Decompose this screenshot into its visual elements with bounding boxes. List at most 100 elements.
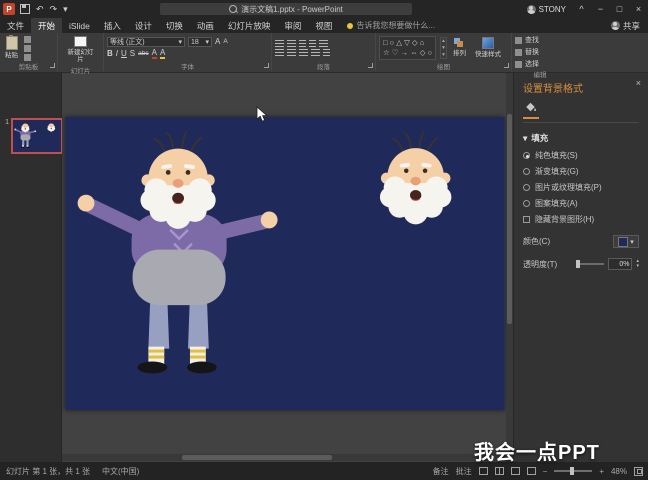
format-painter-icon[interactable] — [24, 53, 31, 61]
fit-to-window-icon[interactable] — [634, 466, 643, 476]
tab-animations[interactable]: 动画 — [190, 18, 221, 33]
vertical-scrollbar-thumb[interactable] — [507, 114, 512, 324]
tell-me-box[interactable]: 告诉我您想要做什么... — [339, 18, 443, 33]
vertical-scrollbar[interactable] — [506, 72, 513, 462]
color-picker-button[interactable]: ▾ — [613, 235, 639, 248]
gallery-down-icon[interactable]: ▾ — [442, 45, 445, 51]
font-size-select[interactable]: 18 ▾ — [188, 37, 212, 47]
align-right-icon[interactable] — [299, 49, 308, 56]
font-name-select[interactable]: 等线 (正文) ▾ — [107, 37, 185, 47]
slideshow-view-icon[interactable] — [526, 467, 536, 475]
transparency-spinner[interactable]: ▴ ▾ — [636, 259, 639, 269]
slide-canvas[interactable] — [65, 117, 505, 410]
text-shadow-button[interactable]: S — [130, 50, 135, 58]
language-status[interactable]: 中文(中国) — [102, 466, 139, 477]
paste-button[interactable]: 粘贴 — [3, 35, 20, 60]
save-icon[interactable] — [20, 4, 30, 14]
comments-toggle[interactable]: 批注 — [456, 466, 472, 477]
slide-1-thumbnail[interactable] — [11, 118, 63, 154]
option-picture-fill[interactable]: 图片或纹理填充(P) — [523, 182, 639, 193]
undo-icon[interactable]: ↶ — [36, 4, 44, 14]
tab-file[interactable]: 文件 — [0, 18, 31, 33]
quick-styles-icon — [481, 37, 494, 50]
decrease-indent-icon[interactable] — [299, 40, 306, 47]
normal-view-icon[interactable] — [478, 467, 488, 475]
strikethrough-button[interactable]: abc — [138, 50, 148, 58]
notes-toggle[interactable]: 备注 — [433, 466, 449, 477]
account-name: STONY — [538, 4, 566, 14]
zoom-in-icon[interactable]: + — [599, 467, 604, 476]
increase-indent-icon[interactable] — [309, 40, 316, 47]
replace-button[interactable]: 替换 — [515, 47, 539, 57]
tab-transitions[interactable]: 切换 — [159, 18, 190, 33]
copy-icon[interactable] — [24, 44, 31, 52]
zoom-level[interactable]: 48% — [611, 467, 627, 476]
horizontal-scrollbar[interactable] — [62, 454, 513, 461]
option-hide-background[interactable]: 隐藏背景图形(H) — [523, 214, 639, 225]
horizontal-scrollbar-thumb[interactable] — [182, 455, 332, 460]
bold-button[interactable]: B — [107, 50, 113, 58]
quick-styles-button[interactable]: 快速样式 — [472, 36, 504, 59]
spin-down-icon[interactable]: ▾ — [636, 264, 639, 269]
transparency-slider[interactable] — [576, 260, 605, 268]
select-button[interactable]: 选择 — [515, 59, 539, 69]
qat-customize-icon[interactable]: ▾ — [63, 4, 68, 14]
zoom-slider[interactable] — [554, 467, 593, 475]
titlebar-right: STONY ^ − □ × — [526, 0, 648, 18]
tab-slideshow[interactable]: 幻灯片放映 — [221, 18, 278, 33]
font-dialog-launcher-icon[interactable] — [264, 63, 269, 68]
numbering-icon[interactable] — [287, 40, 296, 47]
font-color-button[interactable]: A — [151, 49, 157, 59]
drawing-dialog-launcher-icon[interactable] — [504, 63, 509, 68]
fill-tab[interactable] — [523, 101, 539, 119]
shapes-gallery[interactable]: □ ○ △ ▽ ◇ ⌂ ☆ ♡ → ⇔ ◇ ○ — [379, 35, 437, 61]
transparency-slider-thumb[interactable] — [576, 260, 581, 268]
slide-area[interactable] — [65, 117, 505, 410]
redo-icon[interactable]: ↷ — [50, 4, 58, 14]
ribbon-display-options-icon[interactable]: ^ — [572, 0, 591, 18]
close-button[interactable]: × — [629, 0, 648, 18]
share-button[interactable]: 共享 — [603, 18, 648, 33]
underline-button[interactable]: U — [121, 50, 127, 58]
highlight-color-button[interactable]: A — [159, 49, 166, 59]
clipboard-dialog-launcher-icon[interactable] — [50, 63, 55, 68]
option-gradient-fill[interactable]: 渐变填充(G) — [523, 166, 639, 177]
zoom-out-icon[interactable]: − — [543, 467, 548, 476]
tab-insert[interactable]: 插入 — [97, 18, 128, 33]
new-slide-button[interactable]: 新建幻灯片 — [63, 35, 99, 65]
tab-design[interactable]: 设计 — [128, 18, 159, 33]
find-button[interactable]: 查找 — [515, 35, 539, 45]
reading-view-icon[interactable] — [510, 467, 520, 475]
shapes-gallery-scroll[interactable]: ▴ ▾ ▾ — [440, 37, 447, 59]
shrink-font-icon[interactable]: A — [223, 38, 227, 46]
old-man-scene[interactable] — [65, 117, 505, 410]
gallery-up-icon[interactable]: ▴ — [442, 38, 445, 44]
paragraph-dialog-launcher-icon[interactable] — [368, 63, 373, 68]
new-slide-label: 新建幻灯片 — [67, 49, 94, 64]
maximize-button[interactable]: □ — [610, 0, 629, 18]
columns-icon[interactable] — [323, 49, 330, 56]
pane-close-icon[interactable]: × — [636, 78, 641, 88]
align-left-icon[interactable] — [275, 49, 284, 56]
tab-review[interactable]: 审阅 — [277, 18, 308, 33]
option-pattern-fill[interactable]: 图案填充(A) — [523, 198, 639, 209]
gallery-more-icon[interactable]: ▾ — [442, 52, 445, 58]
fill-section-header[interactable]: ▾ 填充 — [523, 132, 639, 144]
align-center-icon[interactable] — [287, 49, 296, 56]
bullets-icon[interactable] — [275, 40, 284, 47]
italic-button[interactable]: I — [116, 50, 118, 58]
cut-icon[interactable] — [24, 35, 31, 43]
tab-home[interactable]: 开始 — [31, 18, 63, 33]
line-spacing-icon[interactable] — [319, 40, 328, 47]
transparency-value-input[interactable]: 0% — [608, 258, 633, 270]
zoom-slider-thumb[interactable] — [570, 467, 575, 475]
arrange-button[interactable]: 排列 — [451, 37, 468, 58]
slide-sorter-view-icon[interactable] — [494, 467, 504, 475]
tab-view[interactable]: 视图 — [308, 18, 339, 33]
minimize-button[interactable]: − — [591, 0, 610, 18]
tab-islide[interactable]: iSlide — [62, 18, 97, 33]
option-solid-fill[interactable]: 纯色填充(S) — [523, 150, 639, 161]
justify-icon[interactable] — [311, 49, 320, 56]
account-chip[interactable]: STONY — [526, 4, 566, 14]
grow-font-icon[interactable]: A — [215, 38, 220, 46]
